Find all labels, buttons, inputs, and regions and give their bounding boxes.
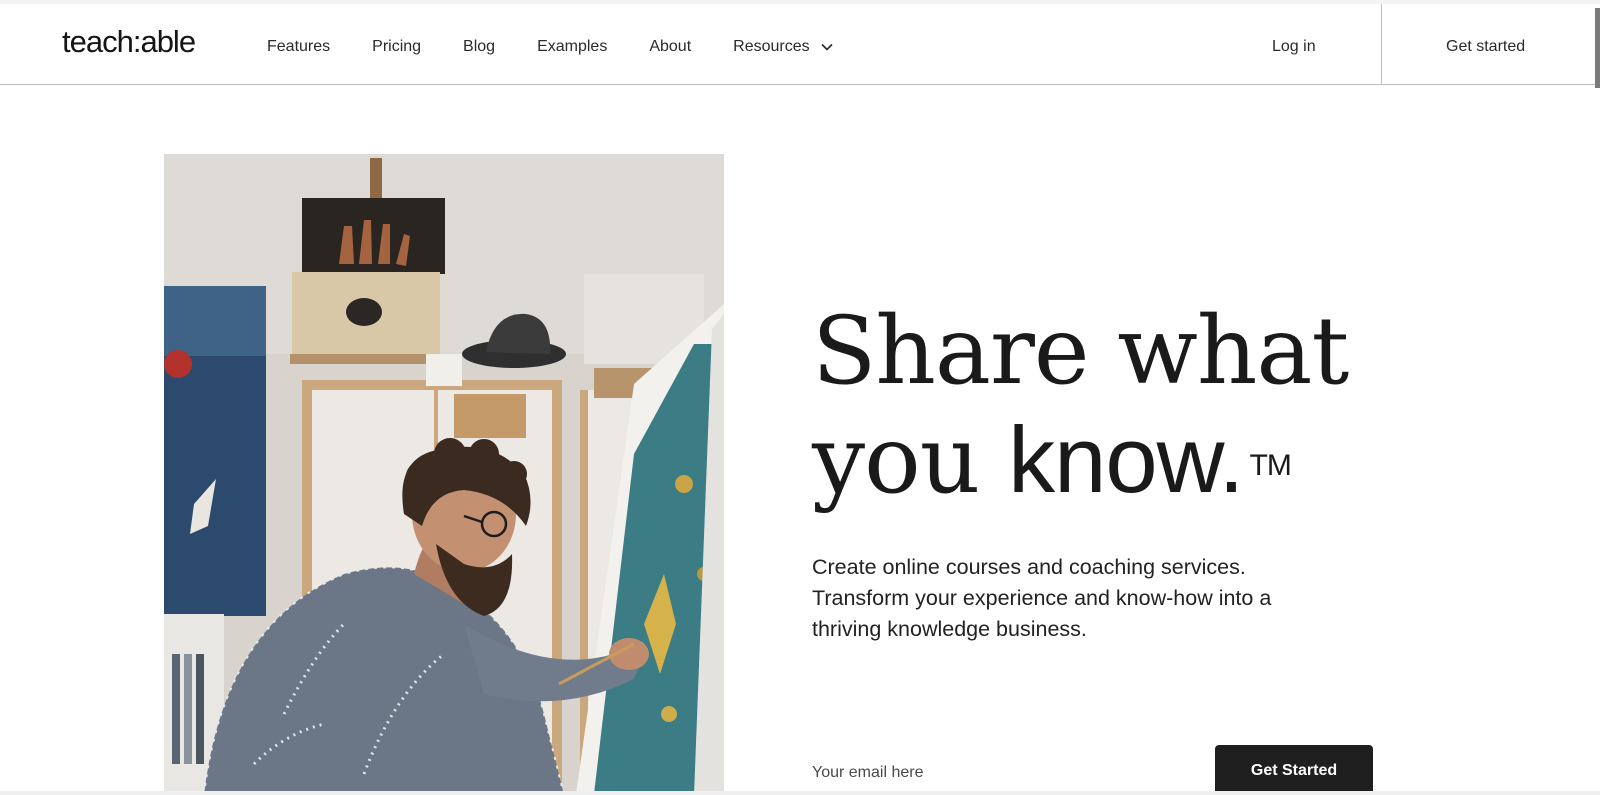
page: teach:able Features Pricing Blog Example… (0, 0, 1600, 795)
trademark-symbol: TM (1249, 449, 1292, 482)
main-nav: Features Pricing Blog Examples About Res… (267, 38, 834, 56)
hero-subtext: Create online courses and coaching servi… (812, 555, 1272, 641)
bottom-strip (0, 791, 1600, 795)
login-link[interactable]: Log in (1272, 38, 1316, 56)
teachable-logo[interactable]: teach:able (62, 24, 196, 60)
chevron-down-icon (821, 43, 833, 51)
hero-headline: Share what you know. TM (812, 297, 1349, 515)
scrollbar-thumb[interactable] (1595, 8, 1600, 88)
nav-item-resources[interactable]: Resources (733, 38, 833, 56)
headline-know: know. (1008, 407, 1244, 512)
header-divider (1381, 4, 1382, 85)
get-started-link[interactable]: Get started (1446, 38, 1525, 56)
nav-item-blog[interactable]: Blog (463, 38, 495, 56)
nav-item-about[interactable]: About (649, 38, 691, 56)
nav-item-resources-label: Resources (733, 38, 810, 55)
get-started-button[interactable]: Get Started (1215, 745, 1373, 795)
site-header: teach:able Features Pricing Blog Example… (0, 4, 1600, 88)
hero-image-painter (164, 154, 724, 795)
email-input[interactable] (812, 764, 1192, 782)
nav-item-pricing[interactable]: Pricing (372, 38, 421, 56)
painter-illustration (164, 154, 724, 795)
headline-you: you (812, 406, 1009, 515)
nav-item-features[interactable]: Features (267, 38, 330, 56)
headline-line1: Share what (812, 297, 1349, 406)
nav-item-examples[interactable]: Examples (537, 38, 607, 56)
headline-line2: you know. TM (812, 406, 1348, 515)
